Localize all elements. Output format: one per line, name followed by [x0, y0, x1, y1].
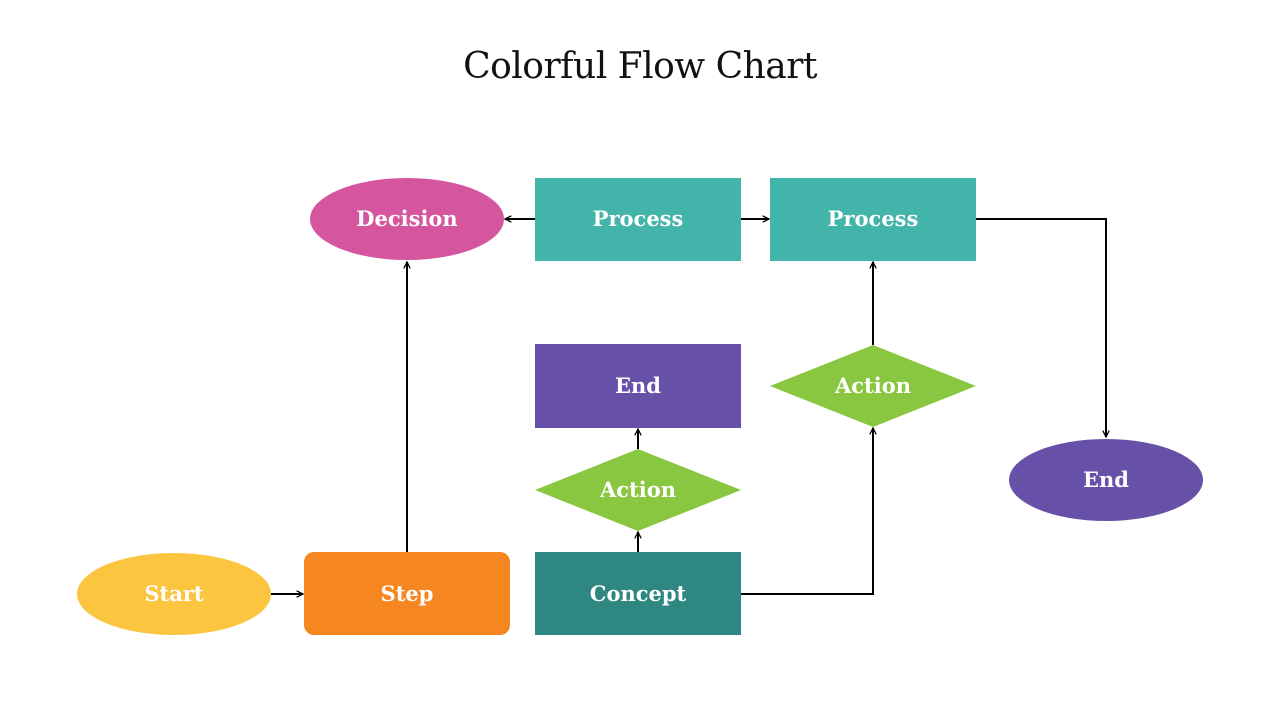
node-action-1-label: Action: [599, 477, 676, 502]
node-action-1[interactable]: Action: [535, 449, 741, 531]
node-decision[interactable]: Decision: [310, 178, 504, 260]
node-process-2[interactable]: Process: [770, 178, 976, 261]
node-action-2-label: Action: [834, 373, 911, 398]
edge-concept-to-action2: [741, 428, 873, 595]
node-step-label: Step: [381, 581, 434, 606]
node-start-label: Start: [144, 581, 204, 606]
flowchart: Start Step Concept Action End Decision P…: [77, 178, 1203, 635]
node-end-2[interactable]: End: [1009, 439, 1203, 521]
node-decision-label: Decision: [356, 206, 457, 231]
node-concept-label: Concept: [590, 581, 687, 606]
edge-process2-to-end2: [976, 218, 1106, 437]
node-process-1[interactable]: Process: [535, 178, 741, 261]
node-end-1[interactable]: End: [535, 344, 741, 428]
node-end-1-label: End: [615, 373, 661, 398]
node-process-2-label: Process: [828, 206, 919, 231]
node-concept[interactable]: Concept: [535, 552, 741, 635]
node-action-2[interactable]: Action: [770, 345, 976, 427]
node-end-2-label: End: [1083, 467, 1129, 492]
node-process-1-label: Process: [593, 206, 684, 231]
node-start[interactable]: Start: [77, 553, 271, 635]
node-step[interactable]: Step: [304, 552, 510, 635]
